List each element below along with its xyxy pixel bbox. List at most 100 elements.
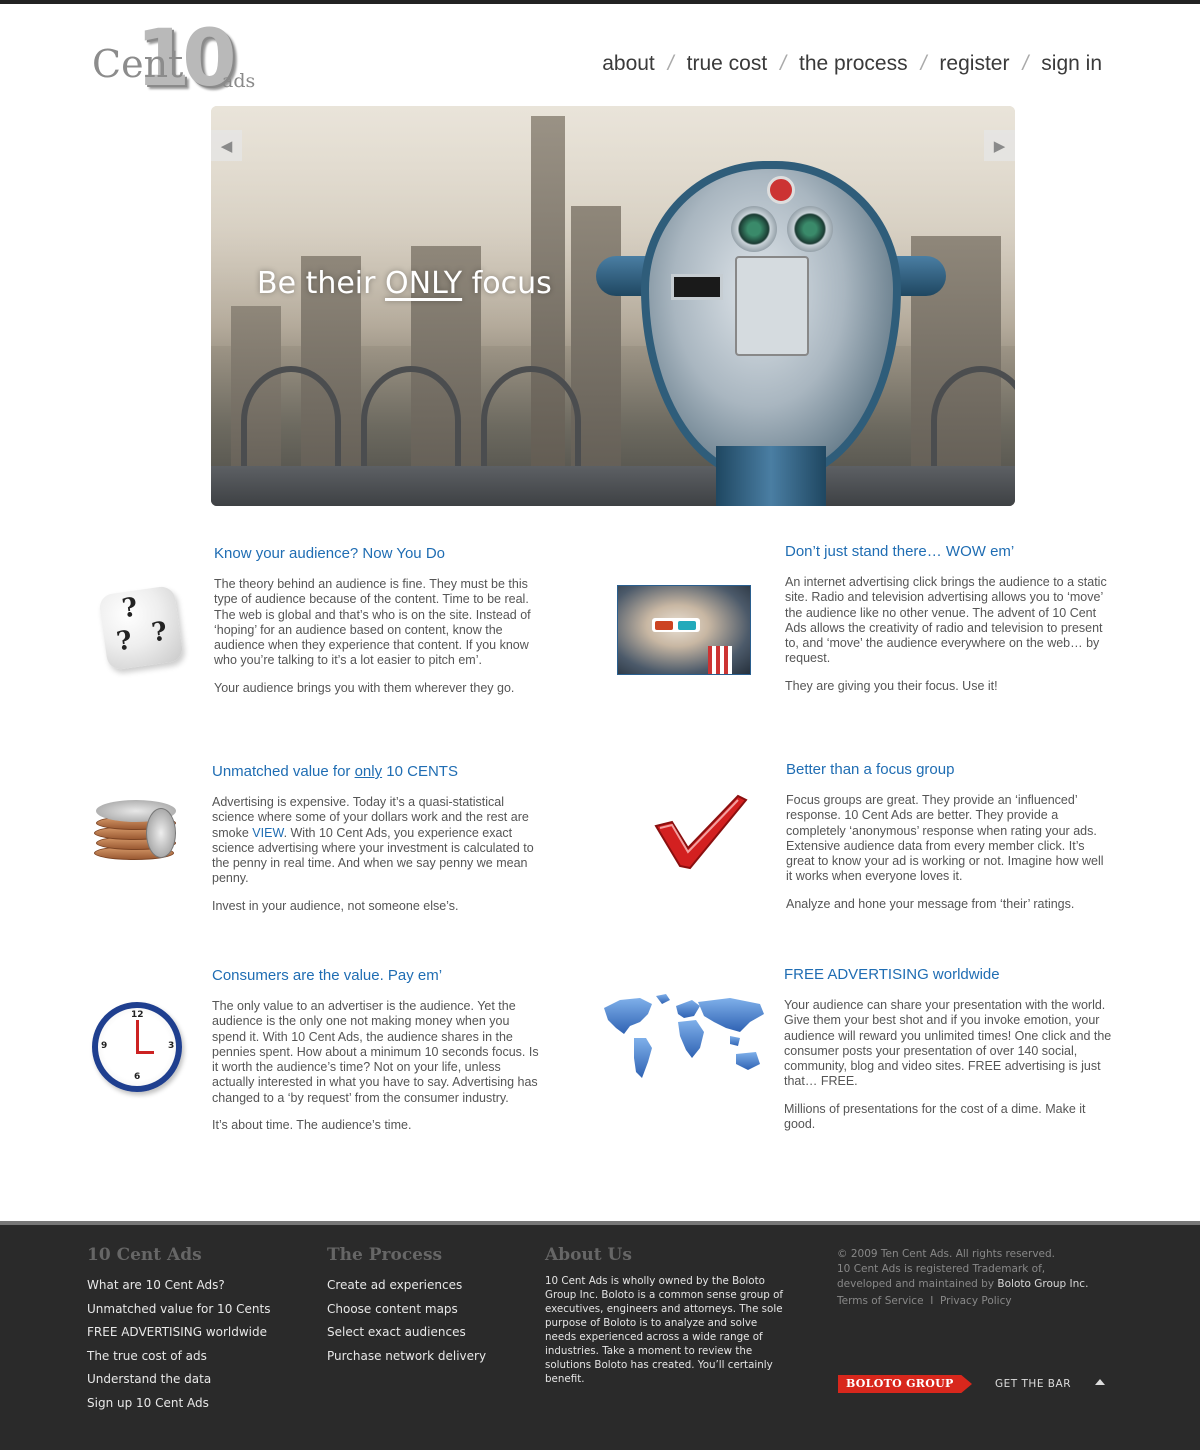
- hero-tagline: Be their ONLY focus: [257, 266, 552, 301]
- section-title: Unmatched value for only 10 CENTS: [212, 763, 542, 780]
- footer-link[interactable]: Unmatched value for 10 Cents: [87, 1298, 270, 1322]
- title-post: 10 CENTS: [382, 763, 458, 780]
- developer-company[interactable]: Boloto Group Inc.: [997, 1278, 1088, 1290]
- popcorn-box: [708, 646, 732, 674]
- section-title: Consumers are the value. Pay em’: [212, 967, 443, 984]
- logo-suffix: ads: [222, 70, 256, 92]
- clock-hour-hand: [136, 1051, 154, 1054]
- footer-link[interactable]: Purchase network delivery: [327, 1345, 486, 1369]
- section-free-advertising: FREE ADVERTISING worldwide Your audience…: [784, 966, 1112, 1144]
- binocular-viewer-stem: [716, 446, 826, 506]
- clock-number: 3: [168, 1041, 175, 1051]
- footer-links: What are 10 Cent Ads? Unmatched value fo…: [87, 1274, 270, 1415]
- viewer-coin-plate: [735, 256, 809, 356]
- top-border: [0, 0, 1200, 4]
- developer-label: developed and maintained by: [837, 1278, 998, 1290]
- arrow-right-icon: ▶: [993, 137, 1006, 155]
- tagline-post: focus: [462, 266, 552, 301]
- section-body: Your audience can share your presentatio…: [784, 998, 1112, 1089]
- view-link[interactable]: VIEW: [252, 826, 283, 840]
- nav-separator: /: [920, 52, 927, 75]
- get-the-bar-link[interactable]: GET THE BAR: [995, 1378, 1071, 1390]
- viewer-window: [671, 274, 723, 300]
- slider-next-button[interactable]: ▶: [984, 130, 1015, 161]
- clock-number: 6: [134, 1072, 141, 1082]
- footer-link[interactable]: Select exact audiences: [327, 1321, 486, 1345]
- clock-number: 12: [131, 1010, 144, 1020]
- section-body: Focus groups are great. They provide an …: [786, 793, 1104, 884]
- site-logo[interactable]: 10 Cent ads: [92, 14, 272, 104]
- section-know-audience: Know your audience? Now You Do The theor…: [214, 545, 544, 708]
- clock-icon: 12 3 6 9: [92, 1002, 182, 1092]
- caret-up-icon[interactable]: [1095, 1379, 1105, 1385]
- trademark-note: 10 Cent Ads is registered Trademark of,: [837, 1263, 1046, 1275]
- footer-heading: 10 Cent Ads: [87, 1245, 202, 1265]
- nav-separator: /: [667, 52, 674, 75]
- viewer-badge: [767, 176, 795, 204]
- privacy-link[interactable]: Privacy Policy: [940, 1295, 1012, 1307]
- section-body: An internet advertising click brings the…: [785, 575, 1107, 666]
- title-emphasis: only: [354, 763, 383, 780]
- main-nav: about / true cost / the process / regist…: [602, 52, 1102, 76]
- section-body: Advertising is expensive. Today it’s a q…: [212, 795, 542, 887]
- footer-col-process: The Process Create ad experiences Choose…: [327, 1245, 486, 1368]
- clock-minute-hand: [136, 1020, 139, 1053]
- footer-link[interactable]: Understand the data: [87, 1368, 270, 1392]
- section-title: Know your audience? Now You Do: [214, 545, 445, 562]
- clock-number: 9: [101, 1041, 108, 1051]
- dime: [146, 808, 176, 858]
- nav-sign-in[interactable]: sign in: [1041, 52, 1102, 76]
- question-dice-icon: ? ? ?: [98, 585, 184, 671]
- section-tagline: Invest in your audience, not someone els…: [212, 898, 459, 913]
- section-tagline: Millions of presentations for the cost o…: [784, 1101, 1086, 1132]
- developer-note: developed and maintained by Boloto Group…: [837, 1277, 1088, 1292]
- legal-links: Terms of Service I Privacy Policy: [837, 1294, 1088, 1309]
- terms-link[interactable]: Terms of Service: [837, 1295, 924, 1307]
- glasses-lens-red: [655, 621, 673, 630]
- section-focus-group: Better than a focus group Focus groups a…: [786, 761, 1112, 924]
- hero-arch: [481, 366, 581, 476]
- dice-mark: ?: [120, 592, 140, 625]
- footer-link[interactable]: Create ad experiences: [327, 1274, 486, 1298]
- footer-link[interactable]: What are 10 Cent Ads?: [87, 1274, 270, 1298]
- legal-divider: I: [930, 1295, 934, 1307]
- footer-links: Create ad experiences Choose content map…: [327, 1274, 486, 1368]
- logo-word: Cent: [92, 42, 184, 86]
- hero-railing: [211, 466, 1015, 506]
- nav-about[interactable]: about: [602, 52, 655, 76]
- section-unmatched-value: Unmatched value for only 10 CENTS Advert…: [212, 763, 542, 926]
- footer-link[interactable]: The true cost of ads: [87, 1345, 270, 1369]
- glasses-lens-cyan: [678, 621, 696, 630]
- footer-link[interactable]: FREE ADVERTISING worldwide: [87, 1321, 270, 1345]
- dice-mark: ?: [114, 625, 134, 658]
- copyright: © 2009 Ten Cent Ads. All rights reserved…: [837, 1248, 1055, 1260]
- title-pre: Unmatched value for: [212, 763, 355, 780]
- boloto-group-badge[interactable]: BOLOTO GROUP: [838, 1375, 972, 1393]
- 3d-glasses-photo: [617, 585, 751, 675]
- section-tagline: Your audience brings you with them where…: [214, 680, 515, 695]
- footer-link[interactable]: Sign up 10 Cent Ads: [87, 1392, 270, 1416]
- section-wow-em: Don’t just stand there… WOW em’ An inter…: [785, 543, 1113, 706]
- section-tagline: Analyze and hone your message from ‘thei…: [786, 896, 1075, 911]
- coin-stack-icon: [90, 796, 186, 864]
- arrow-left-icon: ◀: [220, 137, 233, 155]
- nav-true-cost[interactable]: true cost: [687, 52, 768, 76]
- footer-heading: About Us: [545, 1245, 632, 1265]
- checkmark-icon: [654, 794, 748, 870]
- section-body: The only value to an advertiser is the a…: [212, 999, 539, 1105]
- nav-the-process[interactable]: the process: [799, 52, 908, 76]
- hero-arch: [931, 366, 1015, 476]
- section-body: The theory behind an audience is fine. T…: [214, 577, 531, 668]
- section-tagline: They are giving you their focus. Use it!: [785, 678, 998, 693]
- footer-legal: © 2009 Ten Cent Ads. All rights reserved…: [837, 1247, 1088, 1309]
- footer-heading: The Process: [327, 1245, 443, 1265]
- slider-prev-button[interactable]: ◀: [211, 130, 242, 161]
- footer-link[interactable]: Choose content maps: [327, 1298, 486, 1322]
- footer-about-text: 10 Cent Ads is wholly owned by the Bolot…: [545, 1275, 784, 1385]
- nav-register[interactable]: register: [939, 52, 1009, 76]
- hero-arch: [241, 366, 341, 476]
- nav-separator: /: [780, 52, 787, 75]
- viewer-eyepiece: [787, 206, 833, 252]
- tagline-pre: Be their: [257, 266, 386, 301]
- world-map-icon: [604, 994, 764, 1078]
